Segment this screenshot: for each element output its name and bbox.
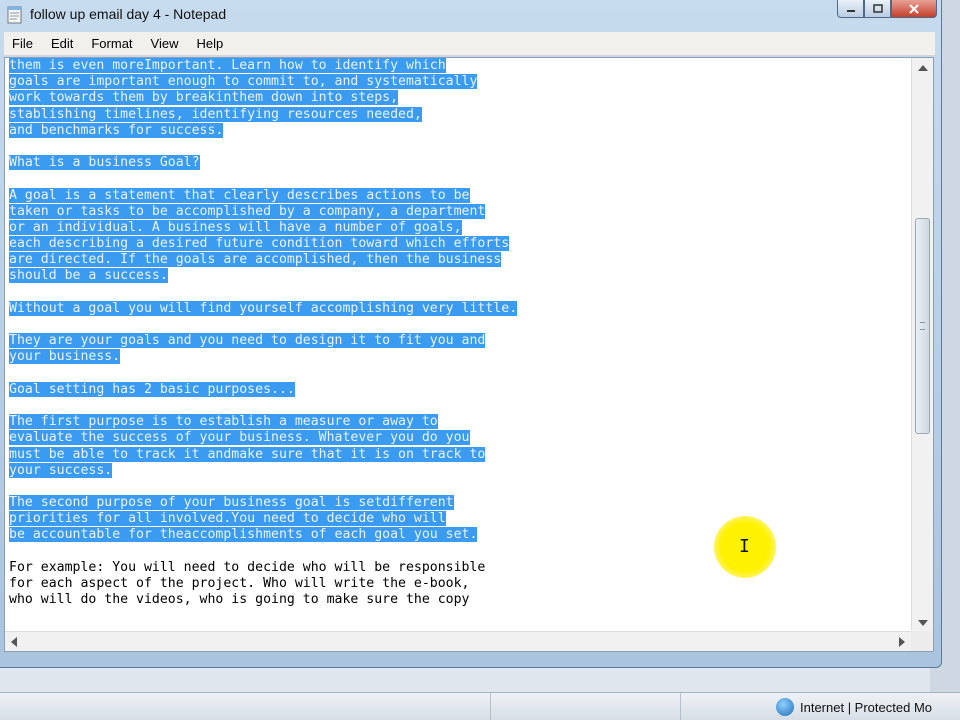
notepad-icon — [7, 6, 22, 24]
text-line: each describing a desired future conditi… — [9, 236, 907, 252]
text-line: for each aspect of the project. Who will… — [9, 576, 907, 592]
text-line — [9, 366, 907, 382]
selected-text: should be a success. — [9, 268, 168, 284]
selected-text: work towards them by breakinthem down in… — [9, 90, 399, 106]
text-line — [9, 171, 907, 187]
text-line: The second purpose of your business goal… — [9, 495, 907, 511]
text-line: your business. — [9, 349, 907, 365]
selected-text: and benchmarks for success. — [9, 122, 224, 138]
maximize-icon — [872, 3, 883, 13]
grip-icon — [920, 322, 925, 330]
scroll-thumb[interactable] — [915, 218, 930, 434]
selected-text: stablishing timelines, identifying resou… — [9, 106, 422, 122]
maximize-button[interactable] — [864, 0, 891, 18]
text-line: goals are important enough to commit to,… — [9, 74, 907, 90]
selected-text: Goal setting has 2 basic purposes... — [9, 381, 295, 397]
text-line — [9, 139, 907, 155]
scroll-right-icon[interactable] — [899, 637, 905, 647]
browser-status-bar: Internet | Protected Mo — [0, 692, 960, 720]
minimize-icon — [846, 9, 855, 12]
text-line: The first purpose is to establish a meas… — [9, 414, 907, 430]
text-line: priorities for all involved.You need to … — [9, 511, 907, 527]
menu-format[interactable]: Format — [91, 36, 132, 51]
selected-text: each describing a desired future conditi… — [9, 236, 510, 252]
selected-text: They are your goals and you need to desi… — [9, 333, 486, 349]
minimize-button[interactable] — [837, 0, 864, 18]
selected-text: your success. — [9, 462, 113, 478]
text-line: them is even moreImportant. Learn how to… — [9, 58, 907, 74]
status-pane — [680, 693, 770, 720]
text-line — [9, 479, 907, 495]
line-text: who will do the videos, who is going to … — [9, 592, 470, 608]
selected-text: taken or tasks to be accomplished by a c… — [9, 203, 486, 219]
title-bar[interactable]: follow up email day 4 - Notepad — [0, 0, 941, 30]
close-icon — [909, 3, 919, 14]
zone-label: Internet | Protected Mo — [800, 699, 932, 715]
menu-bar: File Edit Format View Help — [4, 32, 935, 56]
selected-text: evaluate the success of your business. W… — [9, 430, 470, 446]
selected-text: A goal is a statement that clearly descr… — [9, 187, 470, 203]
selected-text: goals are important enough to commit to,… — [9, 74, 478, 90]
menu-edit[interactable]: Edit — [51, 36, 73, 51]
selected-text: them is even moreImportant. Learn how to… — [9, 58, 446, 73]
notepad-window: follow up email day 4 - Notepad File Edi… — [0, 0, 942, 668]
text-line: should be a success. — [9, 268, 907, 284]
text-line: They are your goals and you need to desi… — [9, 333, 907, 349]
menu-help[interactable]: Help — [196, 36, 223, 51]
selected-text: Without a goal you will find yourself ac… — [9, 300, 518, 316]
text-line: evaluate the success of your business. W… — [9, 430, 907, 446]
menu-file[interactable]: File — [12, 36, 33, 51]
scrollbar-corner — [911, 631, 933, 651]
text-line — [9, 317, 907, 333]
selected-text: priorities for all involved.You need to … — [9, 511, 446, 527]
text-editor[interactable]: them is even moreImportant. Learn how to… — [4, 57, 934, 652]
selected-text: be accountable for theaccomplishments of… — [9, 527, 478, 543]
text-line: A goal is a statement that clearly descr… — [9, 187, 907, 204]
selected-text: The first purpose is to establish a meas… — [9, 414, 438, 430]
scroll-left-icon[interactable] — [11, 637, 17, 647]
text-line: What is a business Goal? — [9, 155, 907, 171]
selected-text: your business. — [9, 349, 121, 365]
line-text: for each aspect of the project. Who will… — [9, 576, 470, 591]
text-line: your success. — [9, 462, 907, 479]
text-line: taken or tasks to be accomplished by a c… — [9, 203, 907, 220]
text-line: stablishing timelines, identifying resou… — [9, 106, 907, 123]
text-line — [9, 398, 907, 414]
selected-text: or an individual. A business will have a… — [9, 219, 462, 235]
text-line — [9, 285, 907, 301]
horizontal-scrollbar[interactable] — [5, 631, 911, 651]
selected-text: must be able to track it andmake sure th… — [9, 446, 486, 462]
menu-view[interactable]: View — [151, 36, 179, 51]
text-line: must be able to track it andmake sure th… — [9, 446, 907, 463]
text-line: For example: You will need to decide who… — [9, 560, 907, 576]
close-button[interactable] — [891, 0, 937, 18]
status-pane — [490, 693, 680, 720]
window-title: follow up email day 4 - Notepad — [30, 6, 227, 22]
globe-icon — [776, 698, 794, 716]
selected-text: What is a business Goal? — [9, 155, 200, 171]
vertical-scrollbar[interactable] — [911, 58, 933, 633]
text-cursor-icon: I — [739, 536, 750, 557]
caption-buttons — [837, 0, 937, 18]
scroll-down-icon[interactable] — [918, 620, 928, 626]
selected-text: are directed. If the goals are accomplis… — [9, 252, 502, 268]
text-line: Without a goal you will find yourself ac… — [9, 300, 907, 317]
selected-text: The second purpose of your business goal… — [9, 495, 454, 511]
text-line: are directed. If the goals are accomplis… — [9, 252, 907, 268]
text-line: and benchmarks for success. — [9, 122, 907, 139]
text-line: work towards them by breakinthem down in… — [9, 90, 907, 106]
text-line: who will do the videos, who is going to … — [9, 592, 907, 608]
text-line: Goal setting has 2 basic purposes... — [9, 381, 907, 398]
scroll-up-icon[interactable] — [918, 65, 928, 71]
security-zone[interactable]: Internet | Protected Mo — [776, 698, 932, 716]
text-line: or an individual. A business will have a… — [9, 219, 907, 236]
line-text: For example: You will need to decide who… — [9, 559, 486, 575]
